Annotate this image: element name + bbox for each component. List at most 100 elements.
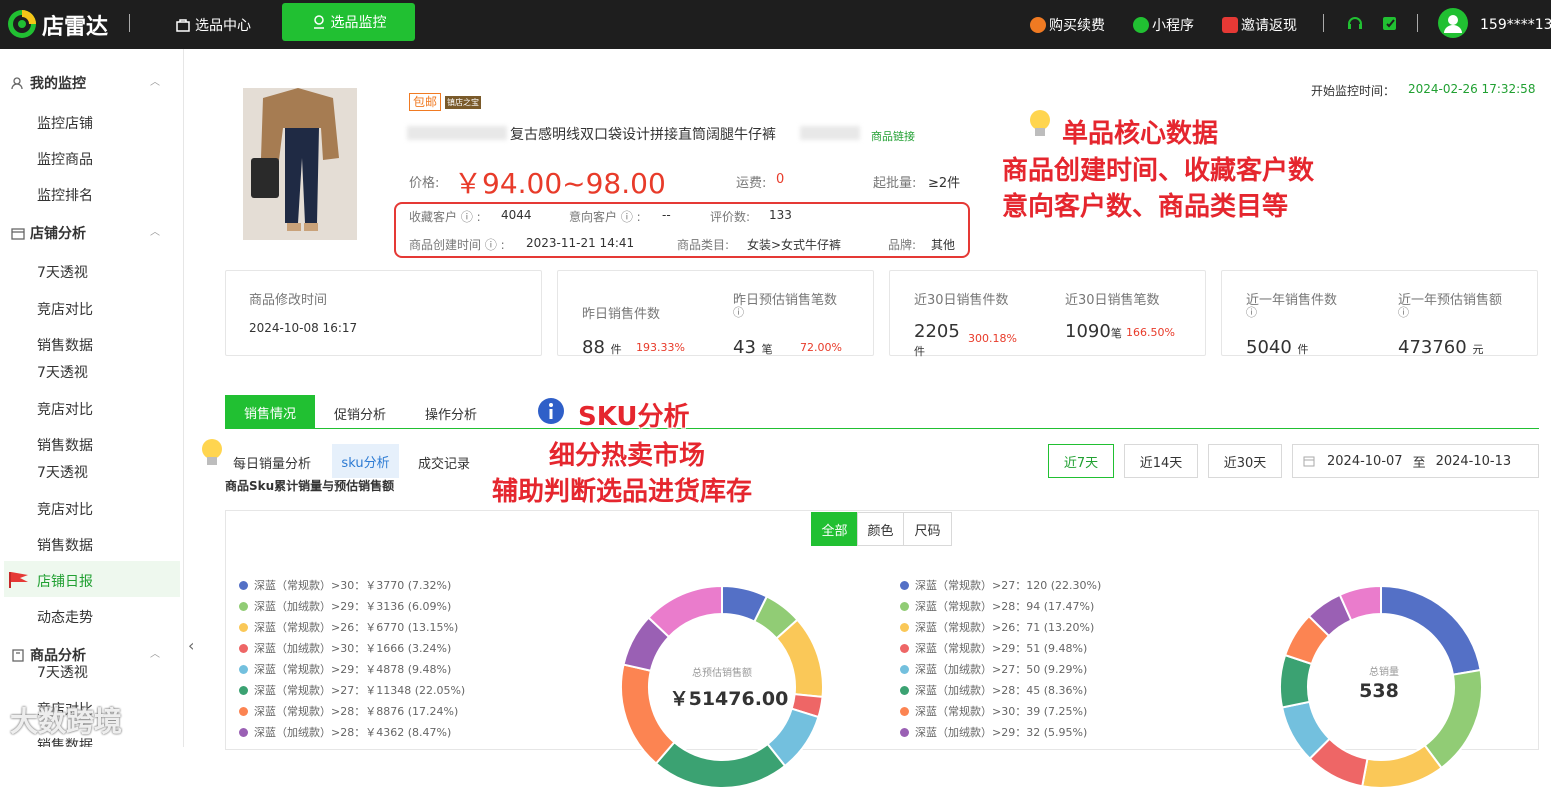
annotation-line: 商品创建时间、收藏客户数 xyxy=(1002,156,1315,186)
legend-item[interactable]: 深蓝（常规款）>28：￥8876 (17.24%) xyxy=(239,703,458,719)
segment-color[interactable]: 颜色 xyxy=(857,512,904,546)
legend-item[interactable]: 深蓝（加绒款）>29：32 (5.95%) xyxy=(900,724,1087,740)
help-icon[interactable]: ⓘ xyxy=(1246,304,1257,320)
annotation-line: 细分热卖市场 xyxy=(549,441,706,471)
sidebar-item-shop-daily[interactable]: 店铺日报 xyxy=(37,571,93,591)
headset-icon[interactable] xyxy=(1346,14,1364,32)
sidebar-group-label: 我的监控 xyxy=(30,76,86,92)
sidebar-item[interactable]: 7天透视 xyxy=(37,662,88,682)
fav-value: 4044 xyxy=(501,208,532,222)
edit-icon[interactable] xyxy=(1381,14,1399,32)
min-order-label: 起批量: xyxy=(873,176,917,191)
legend-item[interactable]: 深蓝（加绒款）>28：45 (8.36%) xyxy=(900,682,1087,698)
sidebar-item[interactable]: 销售数据 xyxy=(37,335,93,355)
stat-unit: 笔 xyxy=(1110,327,1122,340)
range-14d-button[interactable]: 近14天 xyxy=(1124,444,1198,478)
mini-program-link[interactable]: 小程序 xyxy=(1133,0,1194,49)
sidebar-item[interactable]: 7天透视 xyxy=(37,362,88,382)
sidebar-item[interactable]: 监控商品 xyxy=(37,149,93,169)
legend-dot xyxy=(239,580,248,590)
sidebar-group-shop-analysis[interactable]: 店铺分析 xyxy=(10,223,86,243)
nav-select-center[interactable]: 选品中心 xyxy=(175,0,251,49)
donut-slice[interactable] xyxy=(1361,744,1443,789)
stat-value: 2024-10-08 16:17 xyxy=(249,321,358,335)
buy-renew-link[interactable]: 购买续费 xyxy=(1030,0,1105,49)
help-icon[interactable]: ⓘ xyxy=(461,210,473,224)
user-name: 159****137 xyxy=(1480,16,1551,33)
avatar-icon[interactable] xyxy=(1438,8,1468,38)
nav-select-monitor[interactable]: 选品监控 xyxy=(282,3,415,41)
legend-item[interactable]: 深蓝（常规款）>29：51 (9.48%) xyxy=(900,640,1087,656)
product-link[interactable]: 商品链接 xyxy=(871,128,915,144)
collapse-sidebar-icon[interactable]: ‹ xyxy=(188,636,194,655)
sidebar-item[interactable]: 7天透视 xyxy=(37,262,88,282)
fav-label-text: 收藏客户 xyxy=(409,210,458,224)
chevron-up-icon[interactable]: ︿ xyxy=(150,223,160,238)
review-label: 评价数: xyxy=(710,210,751,224)
sidebar-item[interactable]: 竞店对比 xyxy=(37,399,93,419)
legend-item[interactable]: 深蓝（常规款）>26：￥6770 (13.15%) xyxy=(239,619,458,635)
donut-slice[interactable] xyxy=(620,663,676,765)
legend-item[interactable]: 深蓝（常规款）>30：￥3770 (7.32%) xyxy=(239,577,451,593)
date-range-picker[interactable]: 2024-10-07 至 2024-10-13 xyxy=(1292,444,1539,478)
sidebar-item[interactable]: 7天透视 xyxy=(37,462,88,482)
range-30d-button[interactable]: 近30天 xyxy=(1208,444,1282,478)
legend-label: 深蓝（常规款）>29：￥4878 (9.48%) xyxy=(254,663,452,676)
sidebar-item[interactable]: 竞店对比 xyxy=(37,299,93,319)
range-7d-button[interactable]: 近7天 xyxy=(1048,444,1114,478)
legend-item[interactable]: 深蓝（常规款）>26：71 (13.20%) xyxy=(900,619,1094,635)
donut-slice[interactable] xyxy=(647,585,723,639)
segment-all[interactable]: 全部 xyxy=(811,512,858,546)
legend-item[interactable]: 深蓝（加绒款）>27：50 (9.29%) xyxy=(900,661,1087,677)
chevron-up-icon[interactable]: ︿ xyxy=(150,645,160,660)
help-icon[interactable]: ⓘ xyxy=(1398,304,1409,320)
legend-item[interactable]: 深蓝（常规款）>27：120 (22.30%) xyxy=(900,577,1101,593)
subtab-daily-sales[interactable]: 每日销量分析 xyxy=(233,453,311,472)
legend-item[interactable]: 深蓝（常规款）>28：94 (17.47%) xyxy=(900,598,1094,614)
help-icon[interactable]: ⓘ xyxy=(621,210,633,224)
date-to: 2024-10-13 xyxy=(1435,453,1512,469)
date-separator: 至 xyxy=(1412,455,1426,471)
legend-item[interactable]: 深蓝（常规款）>30：39 (7.25%) xyxy=(900,703,1087,719)
sidebar-group-my-monitor[interactable]: 我的监控 xyxy=(10,73,86,93)
segment-size[interactable]: 尺码 xyxy=(903,512,952,546)
brand-value: 其他 xyxy=(931,238,956,252)
sidebar-item[interactable]: 竞店对比 xyxy=(37,499,93,519)
product-image[interactable] xyxy=(243,88,357,240)
tab-promotion[interactable]: 促销分析 xyxy=(334,404,386,423)
sidebar-item[interactable]: 监控店铺 xyxy=(37,113,93,133)
legend-label: 深蓝（加绒款）>28：45 (8.36%) xyxy=(915,684,1088,697)
legend-item[interactable]: 深蓝（加绒款）>30：￥1666 (3.24%) xyxy=(239,640,451,656)
donut-slice[interactable] xyxy=(1380,585,1482,676)
tab-sales[interactable]: 销售情况 xyxy=(225,395,315,429)
brand-label: 品牌: xyxy=(888,238,917,252)
subtab-transactions[interactable]: 成交记录 xyxy=(418,453,470,472)
donut-slice[interactable] xyxy=(1423,668,1483,770)
donut-center-value: ￥51476.00 xyxy=(669,688,789,710)
sidebar-item[interactable]: 动态走势 xyxy=(37,607,93,627)
legend-label: 深蓝（加绒款）>28：￥4362 (8.47%) xyxy=(254,726,452,739)
tab-operation[interactable]: 操作分析 xyxy=(425,404,477,423)
sidebar-item[interactable]: 监控排名 xyxy=(37,185,93,205)
help-icon[interactable]: ⓘ xyxy=(733,304,744,320)
user-monitor-icon xyxy=(11,77,23,90)
min-order-value: ≥2件 xyxy=(928,176,961,191)
legend-item[interactable]: 深蓝（加绒款）>28：￥4362 (8.47%) xyxy=(239,724,451,740)
stat-label: 近30日销售笔数 xyxy=(1065,293,1160,308)
legend-item[interactable]: 深蓝（常规款）>29：￥4878 (9.48%) xyxy=(239,661,451,677)
user-account[interactable]: 159****137 xyxy=(1480,0,1551,49)
help-icon[interactable]: ⓘ xyxy=(485,238,497,252)
stat-label: 昨日预估销售笔数 xyxy=(733,293,838,308)
donut-slice[interactable] xyxy=(654,740,787,789)
subtab-sku[interactable]: sku分析 xyxy=(332,444,399,478)
invite-link[interactable]: 邀请返现 xyxy=(1222,0,1297,49)
chevron-up-icon[interactable]: ︿ xyxy=(150,73,160,88)
legend-item[interactable]: 深蓝（常规款）>27：￥11348 (22.05%) xyxy=(239,682,465,698)
sidebar-item[interactable]: 销售数据 xyxy=(37,535,93,555)
sidebar-item[interactable]: 销售数据 xyxy=(37,435,93,455)
legend-dot xyxy=(900,727,909,737)
legend-label: 深蓝（常规款）>26：￥6770 (13.15%) xyxy=(254,621,459,634)
legend-dot xyxy=(900,601,909,611)
legend-item[interactable]: 深蓝（加绒款）>29：￥3136 (6.09%) xyxy=(239,598,451,614)
intent-value: -- xyxy=(662,208,671,222)
